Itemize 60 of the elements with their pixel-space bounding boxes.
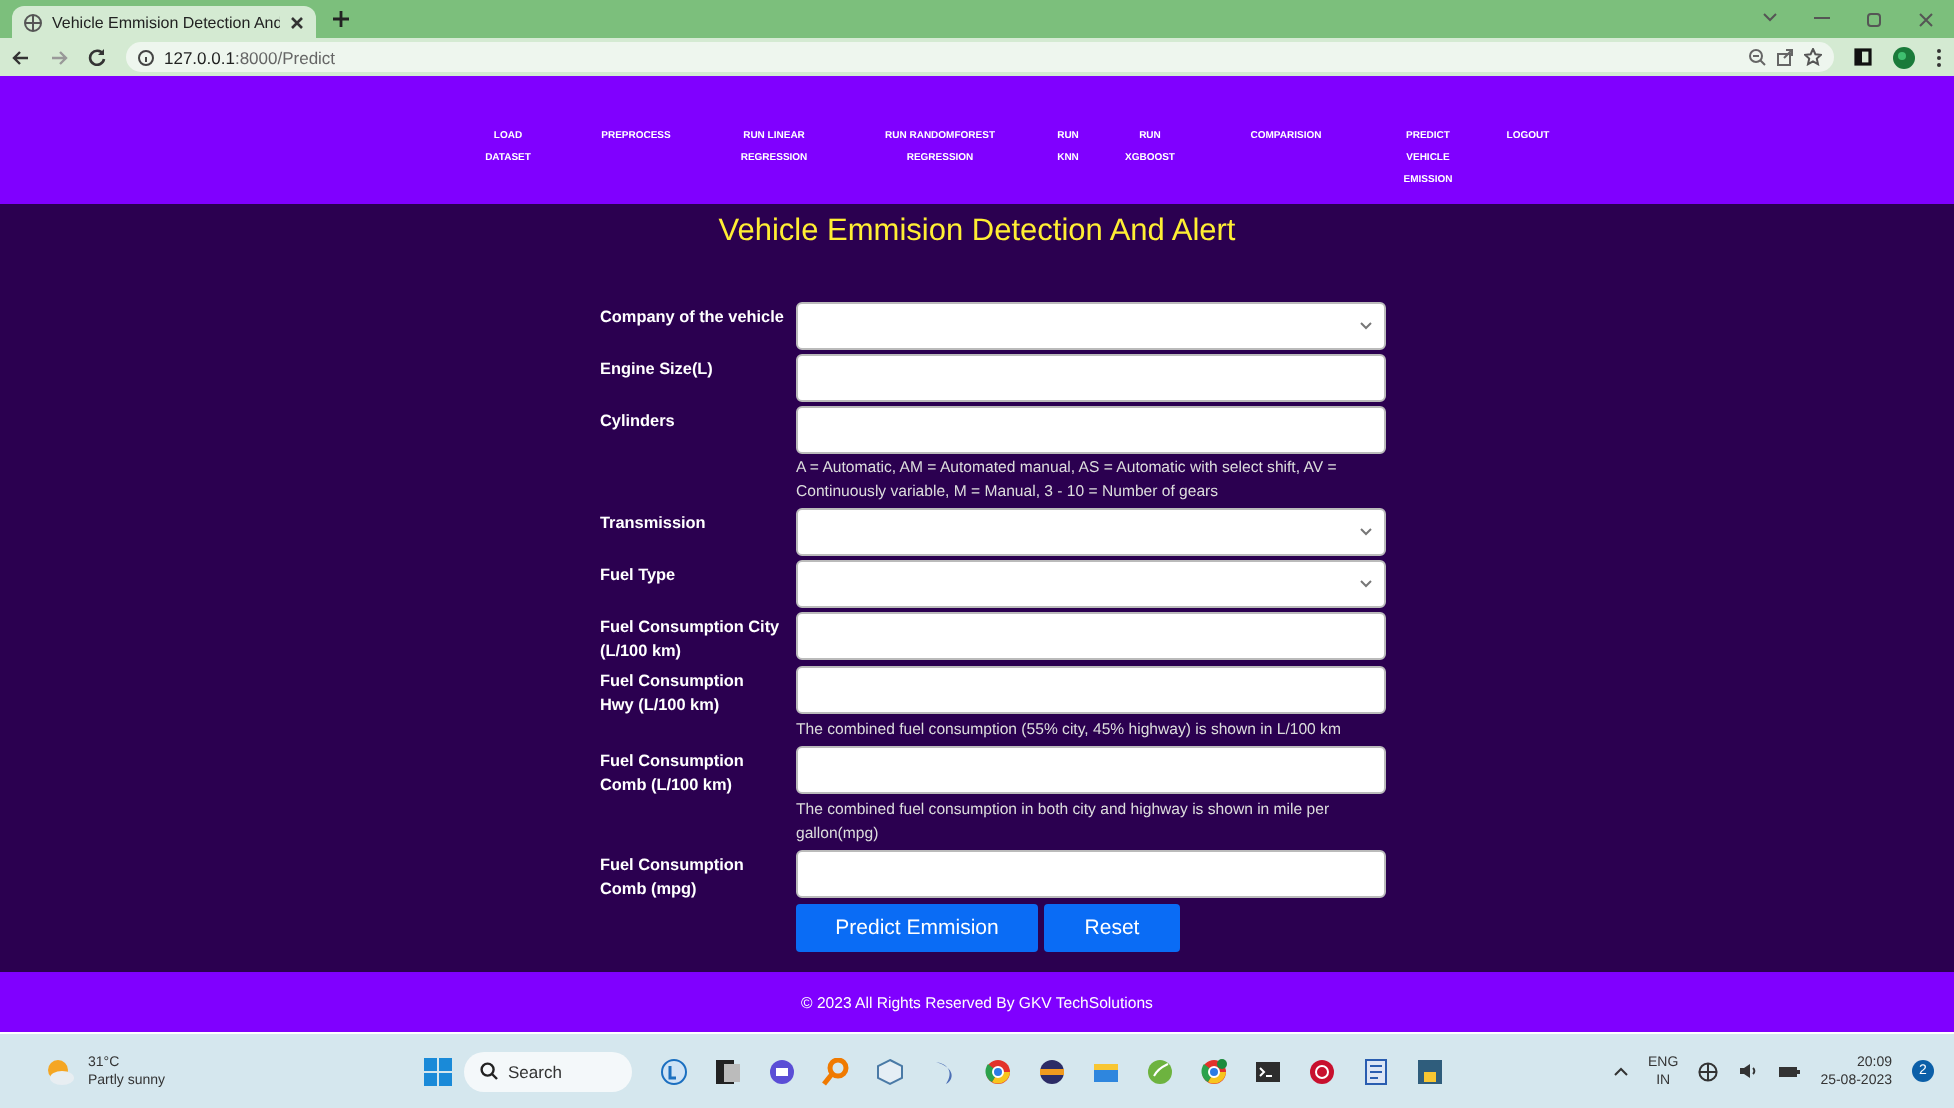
input-field[interactable] <box>796 612 1386 660</box>
forward-arrow-icon[interactable] <box>50 49 68 65</box>
chrome-icon[interactable] <box>984 1057 1012 1085</box>
magnifier-icon[interactable] <box>822 1057 850 1085</box>
chevron-down-icon[interactable] <box>1762 11 1778 23</box>
globe-icon <box>24 13 42 31</box>
dropdown-field[interactable] <box>796 302 1386 350</box>
window-icon[interactable] <box>714 1057 742 1085</box>
chevron-down-icon <box>1360 322 1372 330</box>
field-label: Fuel Consumption Comb (L/100 km) <box>600 750 746 796</box>
new-tab-icon[interactable] <box>332 10 350 28</box>
chrome-icon[interactable] <box>1200 1057 1228 1085</box>
restore-icon[interactable] <box>1866 11 1882 27</box>
cube-icon[interactable] <box>876 1057 904 1085</box>
chevron-up-icon[interactable] <box>1614 1066 1629 1076</box>
side-panel-icon[interactable] <box>1854 48 1872 66</box>
chevron-down-icon <box>1360 580 1372 588</box>
reset-button[interactable]: Reset <box>1044 904 1180 952</box>
page-title: Vehicle Emmision Detection And Alert <box>716 212 1238 252</box>
field-label: Cylinders <box>600 410 677 434</box>
browser-icon[interactable] <box>660 1057 688 1085</box>
dropdown-field[interactable] <box>796 560 1386 608</box>
windows-start-icon[interactable] <box>424 1057 452 1085</box>
battery-icon[interactable] <box>1778 1065 1801 1077</box>
field-label: Fuel Consumption Comb (mpg) <box>600 854 746 900</box>
input-field[interactable] <box>796 850 1386 898</box>
planet-icon[interactable] <box>1038 1057 1066 1085</box>
predict-button[interactable]: Predict Emmision <box>796 904 1038 952</box>
search-field[interactable]: Search <box>464 1051 632 1091</box>
field-label: Transmission <box>600 512 708 536</box>
network-icon[interactable] <box>1698 1061 1719 1081</box>
chevron-down-icon <box>1360 528 1372 536</box>
ring-icon[interactable] <box>1308 1057 1336 1085</box>
field-label: Engine Size(L) <box>600 358 715 382</box>
more-menu-icon[interactable] <box>1936 47 1942 67</box>
input-field[interactable] <box>796 354 1386 402</box>
info-icon <box>138 49 154 65</box>
input-field[interactable] <box>796 746 1386 794</box>
input-field[interactable] <box>796 406 1386 454</box>
input-field[interactable] <box>796 666 1386 714</box>
field-label: Fuel Consumption Hwy (L/100 km) <box>600 670 746 716</box>
address-bar[interactable]: 127.0.0.1:8000/Predict <box>126 42 1834 72</box>
reload-icon[interactable] <box>88 48 106 66</box>
chat-icon[interactable] <box>768 1057 796 1085</box>
field-label: Company of the vehicle <box>600 306 786 330</box>
document-icon[interactable] <box>1362 1057 1390 1085</box>
zoom-icon[interactable] <box>1748 48 1766 66</box>
terminal-icon[interactable] <box>1254 1057 1282 1085</box>
star-icon[interactable] <box>1804 48 1822 66</box>
url-text: 127.0.0.1:8000/Predict <box>164 47 336 67</box>
field-label: Fuel Type <box>600 564 678 588</box>
share-icon[interactable] <box>1776 48 1794 66</box>
dropdown-field[interactable] <box>796 508 1386 556</box>
field-label: Fuel Consumption City (L/100 km) <box>600 616 782 662</box>
back-arrow-icon[interactable] <box>12 49 30 65</box>
search-icon <box>480 1062 498 1080</box>
profile-avatar-icon[interactable] <box>1892 45 1916 69</box>
minimize-icon[interactable] <box>1814 11 1830 23</box>
close-icon[interactable] <box>290 15 304 29</box>
speaker-icon[interactable] <box>1738 1062 1759 1080</box>
